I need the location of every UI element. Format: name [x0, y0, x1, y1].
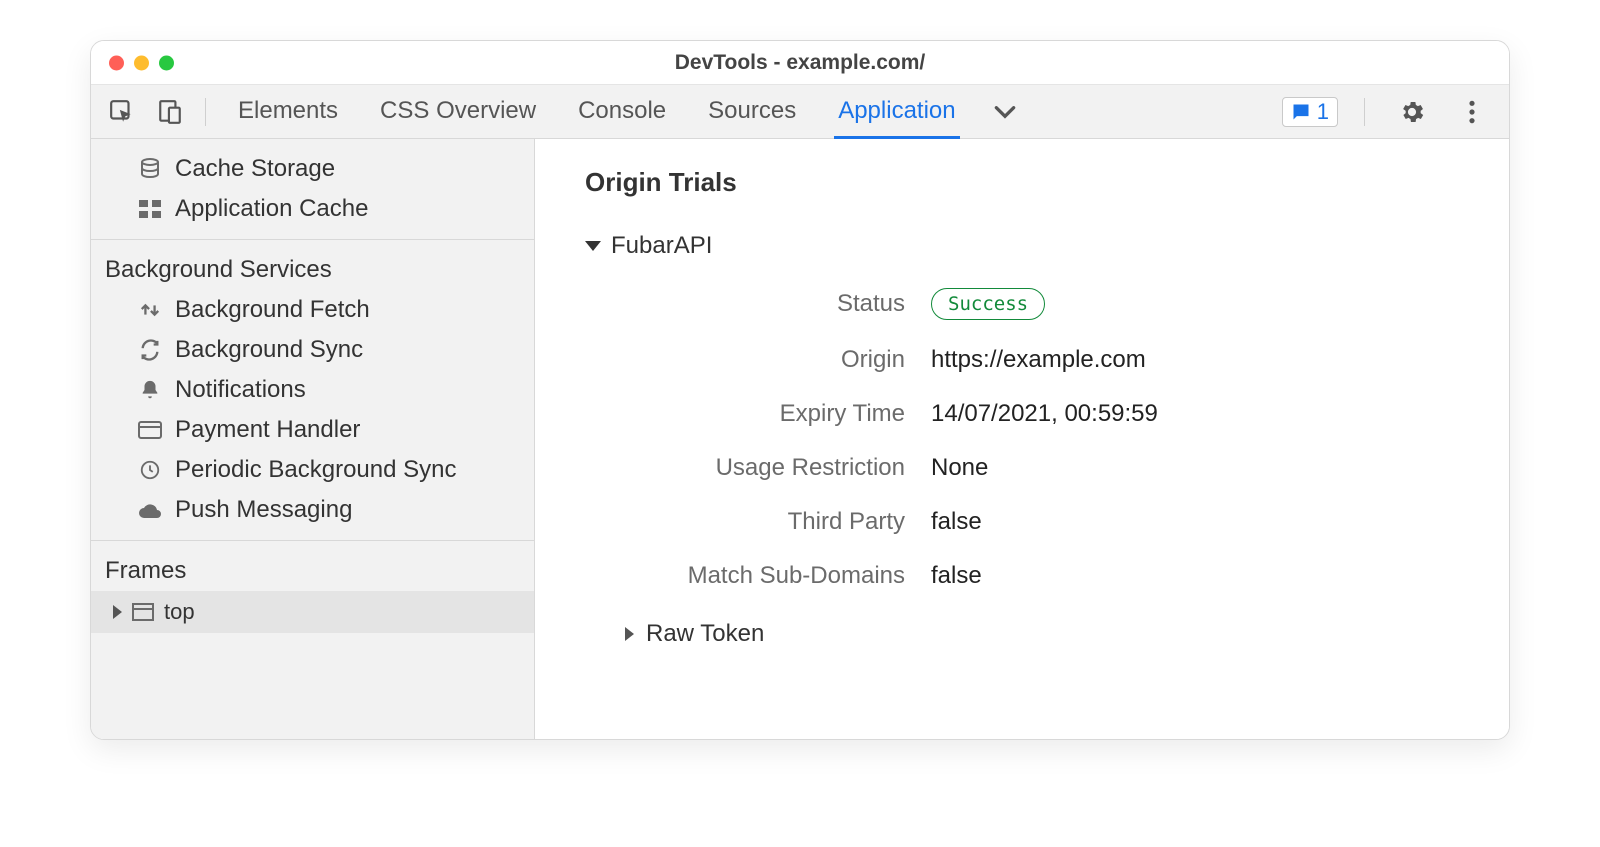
gear-icon [1398, 98, 1426, 126]
trial-row[interactable]: FubarAPI [585, 232, 1479, 260]
tab-sources[interactable]: Sources [704, 86, 800, 139]
panel-body: Cache Storage Application Cache Backgrou… [91, 139, 1509, 739]
sidebar-item-frame-top[interactable]: top [91, 591, 534, 633]
window-title: DevTools - example.com/ [675, 51, 926, 75]
issues-button[interactable]: 1 [1282, 97, 1338, 127]
value-expiry: 14/07/2021, 00:59:59 [931, 400, 1479, 428]
toolbar-right: 1 [1282, 91, 1499, 133]
sidebar-item-background-fetch[interactable]: Background Fetch [91, 290, 534, 330]
panel-tabs: Elements CSS Overview Console Sources Ap… [234, 85, 960, 138]
sidebar-item-label: Periodic Background Sync [175, 456, 456, 484]
label-usage-restriction: Usage Restriction [625, 454, 905, 482]
sidebar-item-label: Cache Storage [175, 155, 335, 183]
sidebar-item-label: Payment Handler [175, 416, 360, 444]
sidebar-item-cache-storage[interactable]: Cache Storage [91, 149, 534, 189]
tab-console[interactable]: Console [574, 86, 670, 139]
sidebar-item-payment-handler[interactable]: Payment Handler [91, 410, 534, 450]
database-icon [137, 156, 163, 182]
sidebar-item-label: Application Cache [175, 195, 368, 223]
cloud-icon [137, 497, 163, 523]
sync-icon [137, 337, 163, 363]
window-controls [109, 55, 174, 70]
fetch-icon [137, 297, 163, 323]
sidebar-item-label: Background Sync [175, 336, 363, 364]
value-usage-restriction: None [931, 454, 1479, 482]
minimize-window-button[interactable] [134, 55, 149, 70]
raw-token-label: Raw Token [646, 620, 764, 648]
devtools-window: DevTools - example.com/ Elements CSS Ove… [90, 40, 1510, 740]
raw-token-row[interactable]: Raw Token [625, 620, 1479, 648]
label-origin: Origin [625, 346, 905, 374]
expand-icon [113, 605, 122, 619]
panel-title: Origin Trials [585, 167, 1479, 198]
divider [91, 540, 534, 541]
label-expiry: Expiry Time [625, 400, 905, 428]
titlebar: DevTools - example.com/ [91, 41, 1509, 85]
sidebar-heading-background-services: Background Services [91, 250, 534, 290]
separator [1364, 98, 1365, 126]
tab-css-overview[interactable]: CSS Overview [376, 86, 540, 139]
issues-count: 1 [1317, 99, 1329, 125]
value-third-party: false [931, 508, 1479, 536]
tab-application[interactable]: Application [834, 86, 959, 139]
label-status: Status [625, 290, 905, 318]
label-third-party: Third Party [625, 508, 905, 536]
trial-name: FubarAPI [611, 232, 712, 260]
value-match-subdomains: false [931, 562, 1479, 590]
divider [91, 239, 534, 240]
settings-button[interactable] [1391, 91, 1433, 133]
sidebar-item-push-messaging[interactable]: Push Messaging [91, 490, 534, 530]
fullscreen-window-button[interactable] [159, 55, 174, 70]
device-toolbar-button[interactable] [149, 91, 191, 133]
sidebar-heading-frames: Frames [91, 551, 534, 591]
main-panel: Origin Trials FubarAPI Status Success Or… [535, 139, 1509, 739]
value-origin: https://example.com [931, 346, 1479, 374]
value-status: Success [931, 288, 1479, 320]
more-tabs-button[interactable] [984, 91, 1026, 133]
clock-icon [137, 457, 163, 483]
expand-icon [625, 627, 634, 641]
label-match-subdomains: Match Sub-Domains [625, 562, 905, 590]
collapse-icon [585, 241, 601, 251]
sidebar-item-label: Push Messaging [175, 496, 352, 524]
kebab-icon [1468, 99, 1476, 125]
sidebar-item-periodic-background-sync[interactable]: Periodic Background Sync [91, 450, 534, 490]
separator [205, 98, 206, 126]
close-window-button[interactable] [109, 55, 124, 70]
bell-icon [137, 377, 163, 403]
sidebar-item-label: Background Fetch [175, 296, 370, 324]
trial-details: Status Success Origin https://example.co… [625, 288, 1479, 590]
sidebar-item-background-sync[interactable]: Background Sync [91, 330, 534, 370]
sidebar-item-application-cache[interactable]: Application Cache [91, 189, 534, 229]
frame-icon [132, 603, 154, 621]
frame-label: top [164, 599, 195, 625]
sidebar-item-notifications[interactable]: Notifications [91, 370, 534, 410]
grid-icon [137, 196, 163, 222]
kebab-menu-button[interactable] [1451, 91, 1493, 133]
sidebar-item-label: Notifications [175, 376, 306, 404]
card-icon [137, 417, 163, 443]
tab-elements[interactable]: Elements [234, 86, 342, 139]
main-toolbar: Elements CSS Overview Console Sources Ap… [91, 85, 1509, 139]
inspect-element-button[interactable] [101, 91, 143, 133]
status-badge: Success [931, 288, 1045, 320]
application-sidebar: Cache Storage Application Cache Backgrou… [91, 139, 535, 739]
